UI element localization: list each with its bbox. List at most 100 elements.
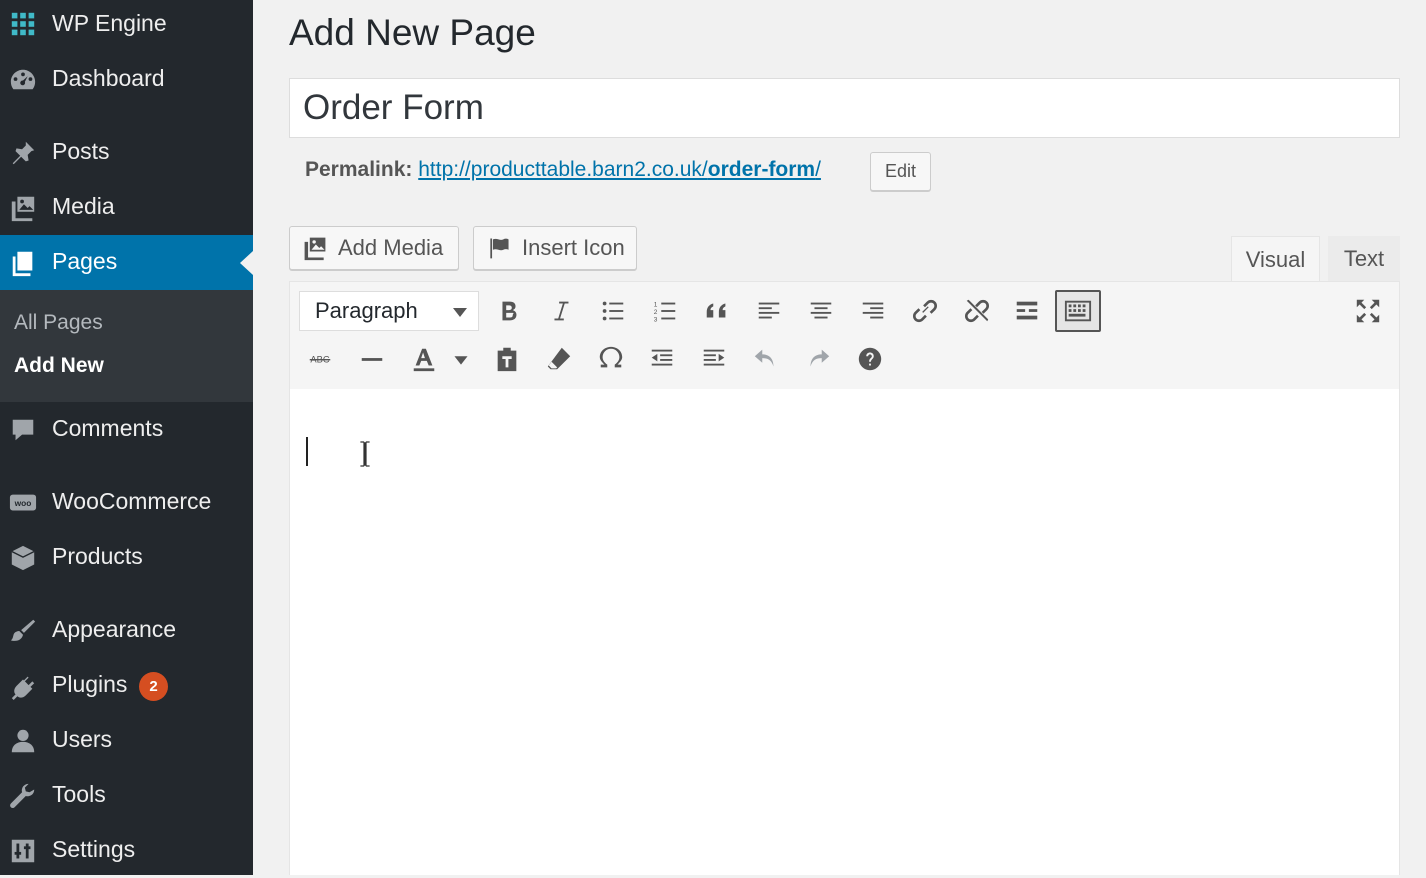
bulleted-list-icon: [602, 301, 624, 321]
sidebar-item-wp-engine[interactable]: WP Engine: [0, 0, 253, 48]
redo-button[interactable]: [798, 339, 838, 379]
sidebar-item-label: Media: [52, 193, 115, 219]
edit-permalink-button[interactable]: Edit: [870, 152, 931, 191]
bulleted-list-button[interactable]: [593, 291, 633, 331]
indent-icon: [703, 349, 725, 366]
sidebar-item-label: WooCommerce: [52, 488, 212, 514]
undo-icon: [754, 349, 774, 367]
sidebar-item-label: Appearance: [52, 616, 177, 642]
keyboard-shortcuts-button[interactable]: [850, 339, 890, 379]
sidebar-item-posts[interactable]: Posts: [0, 125, 253, 180]
tab-visual[interactable]: Visual: [1231, 236, 1320, 282]
sidebar-item-tools[interactable]: Tools: [0, 768, 253, 823]
sidebar-item-label: Products: [52, 543, 143, 569]
permalink-link[interactable]: http://producttable.barn2.co.uk/order-fo…: [418, 158, 821, 181]
read-more-button[interactable]: [1007, 291, 1047, 331]
link-icon: [912, 299, 938, 323]
text-caret: [306, 437, 308, 466]
align-right-button[interactable]: [853, 291, 893, 331]
decrease-indent-button[interactable]: [642, 339, 682, 379]
clear-formatting-button[interactable]: [539, 339, 579, 379]
svg-text:2: 2: [654, 309, 658, 316]
eraser-icon: [547, 347, 571, 370]
unlink-icon: [964, 299, 990, 323]
dashboard-icon: [8, 65, 38, 95]
media-icon: [304, 237, 326, 261]
tab-text[interactable]: Text: [1328, 236, 1400, 282]
plugin-icon: [8, 671, 38, 701]
align-left-button[interactable]: [749, 291, 789, 331]
permalink-row: Permalink: http://producttable.barn2.co.…: [305, 158, 821, 182]
align-center-icon: [810, 302, 832, 319]
sidebar-item-appearance[interactable]: Appearance: [0, 603, 253, 658]
redo-icon: [810, 349, 830, 367]
remove-link-button[interactable]: [957, 291, 997, 331]
submenu-all-pages[interactable]: All Pages: [14, 311, 103, 335]
undo-button[interactable]: [746, 339, 786, 379]
pages-submenu: All Pages Add New: [0, 290, 253, 402]
sidebar-item-plugins[interactable]: Plugins 2: [0, 658, 253, 713]
special-character-button[interactable]: [591, 339, 631, 379]
toolbar-toggle-button[interactable]: [1055, 290, 1101, 332]
post-title-input[interactable]: [289, 78, 1400, 138]
numbered-list-button[interactable]: 123: [645, 291, 685, 331]
read-more-icon: [1016, 301, 1038, 320]
insert-icon-button[interactable]: Insert Icon: [473, 226, 637, 270]
format-select[interactable]: Paragraph: [299, 291, 479, 331]
sidebar-item-label: Users: [52, 726, 113, 752]
align-center-button[interactable]: [801, 291, 841, 331]
sidebar-item-label: Posts: [52, 138, 110, 164]
settings-icon: [8, 836, 38, 866]
sidebar-item-pages[interactable]: Pages: [0, 235, 253, 290]
sidebar-item-products[interactable]: Products: [0, 530, 253, 585]
paste-as-text-button[interactable]: [487, 339, 527, 379]
sidebar-item-comments[interactable]: Comments: [0, 402, 253, 457]
bold-button[interactable]: [489, 291, 529, 331]
permalink-url-base: http://producttable.barn2.co.uk/: [418, 158, 708, 181]
flag-icon: [490, 238, 509, 259]
horizontal-line-button[interactable]: [352, 339, 392, 379]
clipboard-icon: [497, 347, 517, 372]
numbered-list-icon: 123: [654, 301, 676, 323]
pages-icon: [8, 248, 38, 278]
permalink-slug: order-form: [707, 158, 816, 181]
sidebar-item-woocommerce[interactable]: woo WooCommerce: [0, 475, 253, 530]
editor-content-area[interactable]: [289, 389, 1400, 875]
sidebar-item-label: Pages: [52, 248, 118, 274]
comment-icon: [8, 415, 38, 445]
text-color-dropdown[interactable]: [447, 339, 475, 379]
sidebar-item-settings[interactable]: Settings: [0, 823, 253, 878]
permalink-label: Permalink:: [305, 158, 413, 181]
ibeam-cursor-icon: [359, 440, 371, 468]
align-right-icon: [862, 302, 884, 319]
add-media-button[interactable]: Add Media: [289, 226, 459, 270]
svg-text:woo: woo: [14, 498, 32, 508]
strikethrough-button[interactable]: ABC: [300, 339, 340, 379]
help-icon: [858, 347, 882, 371]
media-icon: [8, 193, 38, 223]
text-color-button[interactable]: [404, 339, 444, 379]
insert-link-button[interactable]: [905, 291, 945, 331]
user-icon: [8, 726, 38, 756]
update-count-badge: 2: [139, 672, 168, 701]
sidebar-item-media[interactable]: Media: [0, 180, 253, 235]
sidebar-item-label: Dashboard: [52, 65, 165, 91]
sidebar-item-label: Plugins: [52, 671, 128, 697]
sidebar-item-users[interactable]: Users: [0, 713, 253, 768]
sidebar-item-label: WP Engine: [52, 10, 167, 36]
wrench-icon: [8, 781, 38, 811]
sidebar-item-label: Settings: [52, 836, 136, 862]
submenu-add-new[interactable]: Add New: [14, 354, 104, 378]
woocommerce-icon: woo: [8, 488, 38, 518]
increase-indent-button[interactable]: [694, 339, 734, 379]
fullscreen-button[interactable]: [1348, 291, 1388, 331]
quote-icon: [706, 303, 726, 318]
sidebar-item-label: Tools: [52, 781, 106, 807]
blockquote-button[interactable]: [697, 291, 737, 331]
italic-button[interactable]: [541, 291, 581, 331]
horizontal-line-icon: [361, 358, 383, 361]
svg-text:1: 1: [654, 301, 658, 308]
sidebar-item-dashboard[interactable]: Dashboard: [0, 52, 253, 107]
admin-sidebar: WP Engine Dashboard Posts Media Pages Al…: [0, 0, 253, 875]
italic-icon: [554, 301, 569, 321]
